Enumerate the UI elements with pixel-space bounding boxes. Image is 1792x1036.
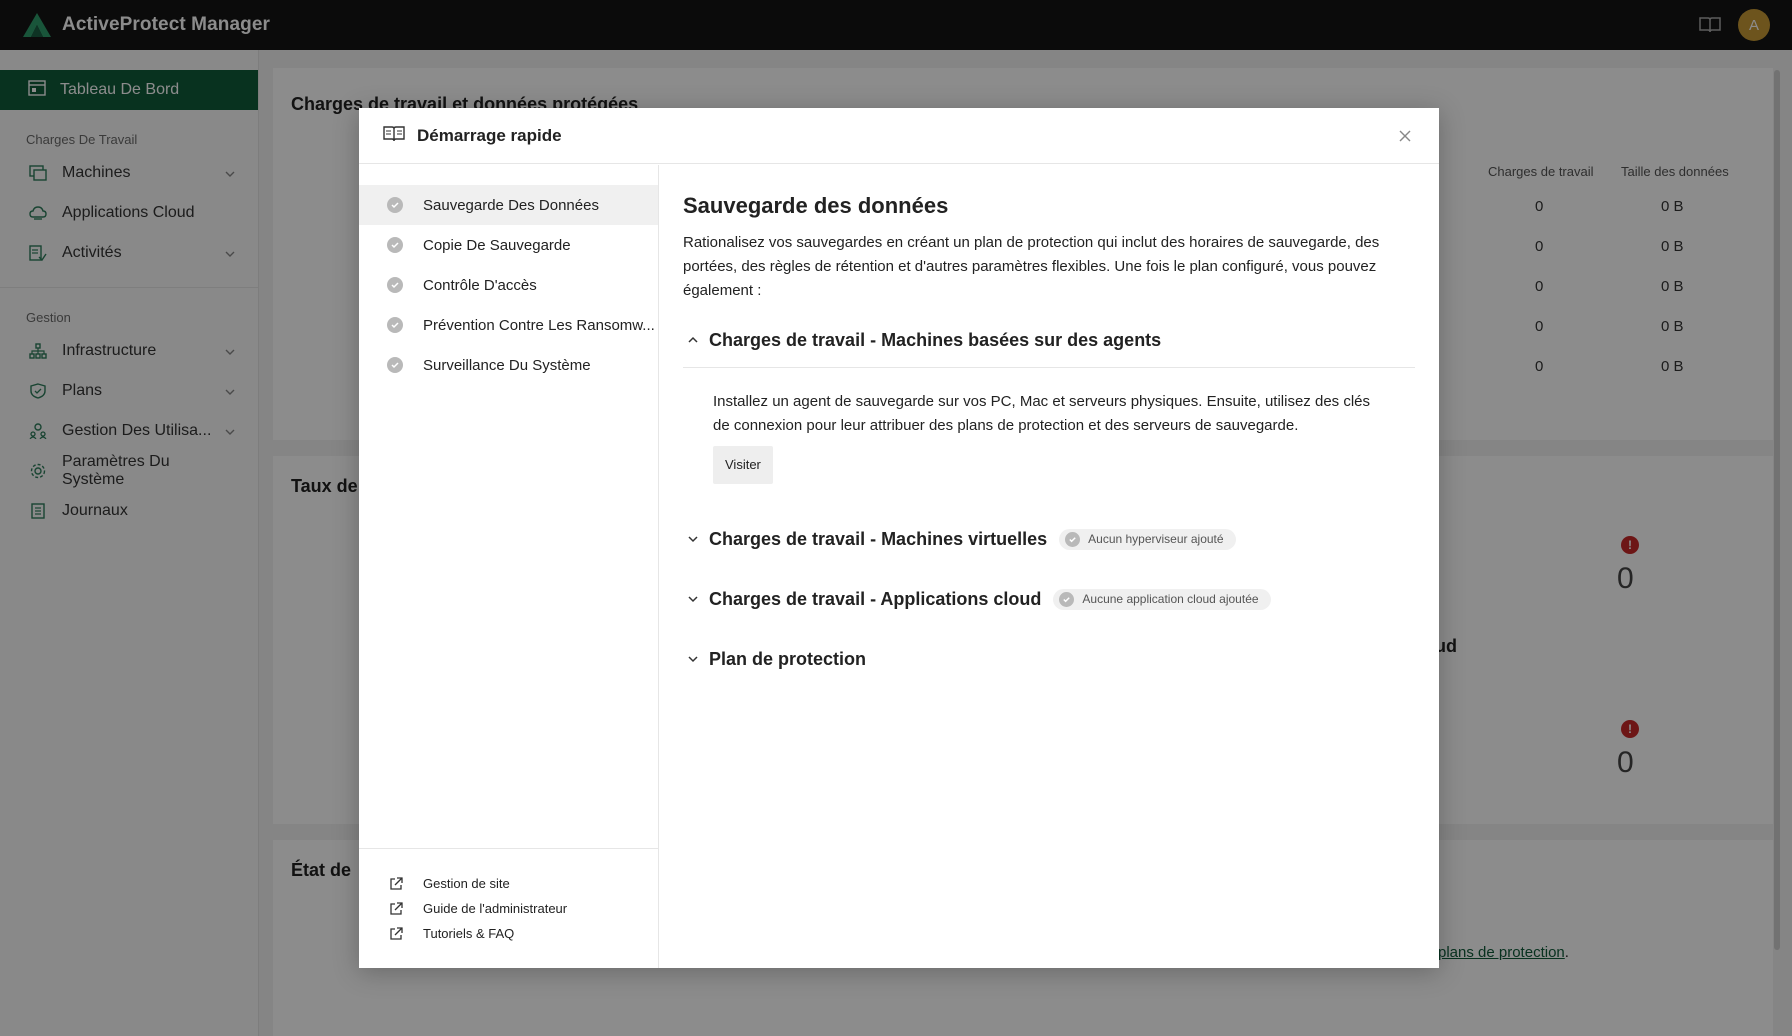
step-system-monitoring[interactable]: Surveillance Du Système (359, 345, 658, 385)
dialog-header: Démarrage rapide (359, 108, 1439, 164)
accordion-title: Charges de travail - Machines virtuelles (709, 528, 1048, 549)
accordion-body: Installez un agent de sauvegarde sur vos… (683, 390, 1383, 484)
accordion-title: Charges de travail - Machines basées sur… (709, 329, 1162, 350)
accordion-agent-machines: Charges de travail - Machines basées sur… (683, 325, 1415, 368)
chevron-down-icon (683, 593, 709, 605)
accordion-body-text: Installez un agent de sauvegarde sur vos… (713, 393, 1371, 434)
step-label: Surveillance Du Système (423, 356, 591, 374)
step-label: Copie De Sauvegarde (423, 236, 571, 254)
chevron-down-icon (683, 653, 709, 665)
accordion-header[interactable]: Charges de travail - Machines basées sur… (683, 325, 1415, 355)
content-description: Rationalisez vos sauvegardes en créant u… (683, 234, 1380, 299)
resource-links: Gestion de site Guide de l'administrateu… (359, 848, 659, 968)
close-icon[interactable] (1395, 126, 1415, 146)
step-label: Contrôle D'accès (423, 276, 537, 294)
check-circle-icon (387, 277, 403, 293)
check-circle-icon (1059, 591, 1075, 607)
status-badge: Aucun hyperviseur ajouté (1059, 528, 1236, 550)
status-badge: Aucune application cloud ajoutée (1053, 588, 1271, 610)
steps-panel: Sauvegarde Des Données Copie De Sauvegar… (359, 165, 659, 968)
check-circle-icon (387, 317, 403, 333)
accordion-virtual-machines[interactable]: Charges de travail - Machines virtuelles… (683, 524, 1415, 554)
dialog-title: Démarrage rapide (417, 125, 562, 145)
step-label: Prévention Contre Les Ransomw... (423, 316, 655, 334)
visit-button[interactable]: Visiter (713, 446, 773, 484)
external-link-icon (389, 876, 403, 891)
step-data-backup[interactable]: Sauvegarde Des Données (359, 185, 658, 225)
content-title: Sauvegarde des données (683, 193, 949, 218)
external-link-icon (389, 901, 403, 916)
chevron-up-icon (683, 334, 709, 346)
check-circle-icon (1065, 531, 1081, 547)
accordion-protection-plan[interactable]: Plan de protection (683, 644, 1415, 674)
step-ransomware-prevention[interactable]: Prévention Contre Les Ransomw... (359, 305, 658, 345)
link-tutorials-faq[interactable]: Tutoriels & FAQ (359, 921, 659, 946)
check-circle-icon (387, 357, 403, 373)
step-content: Sauvegarde des données Rationalisez vos … (683, 165, 1415, 968)
step-access-control[interactable]: Contrôle D'accès (359, 265, 658, 305)
step-label: Sauvegarde Des Données (423, 196, 599, 214)
accordion-title: Charges de travail - Applications cloud (709, 588, 1042, 609)
chevron-down-icon (683, 533, 709, 545)
check-circle-icon (387, 237, 403, 253)
check-circle-icon (387, 197, 403, 213)
book-icon (383, 125, 405, 147)
step-backup-copy[interactable]: Copie De Sauvegarde (359, 225, 658, 265)
quick-start-dialog: Démarrage rapide Sauvegarde Des Données … (359, 108, 1439, 968)
link-admin-guide[interactable]: Guide de l'administrateur (359, 896, 659, 921)
accordion-title: Plan de protection (709, 648, 867, 669)
link-site-management[interactable]: Gestion de site (359, 871, 659, 896)
accordion-cloud-applications[interactable]: Charges de travail - Applications cloud … (683, 584, 1415, 614)
external-link-icon (389, 926, 403, 941)
